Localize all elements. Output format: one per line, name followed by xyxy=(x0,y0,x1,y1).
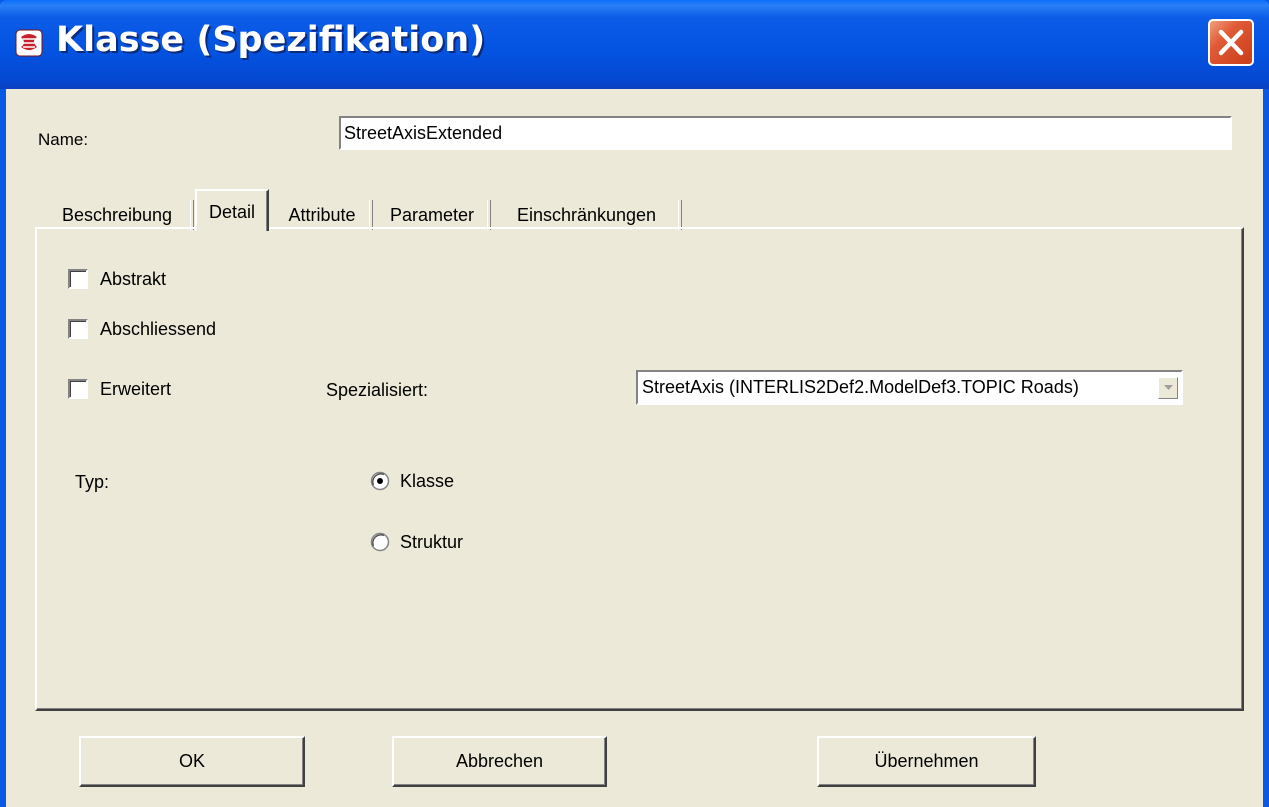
tab-attribute[interactable]: Attribute xyxy=(272,195,373,231)
struktur-radio[interactable] xyxy=(370,532,390,552)
dialog-client-area: Name: Beschreibung Detail Attribute Para… xyxy=(6,89,1263,807)
window-title: Klasse (Spezifikation) xyxy=(56,20,486,60)
dropdown-arrow-button[interactable] xyxy=(1158,377,1178,399)
close-icon xyxy=(1218,29,1244,56)
erweitert-label: Erweitert xyxy=(100,379,172,399)
tab-einschraenkungen[interactable]: Einschränkungen xyxy=(492,195,682,231)
tab-parameter[interactable]: Parameter xyxy=(374,195,491,231)
erweitert-checkbox[interactable] xyxy=(68,379,88,399)
typ-label: Typ: xyxy=(75,472,110,492)
tab-label: Attribute xyxy=(288,205,356,225)
abstrakt-label: Abstrakt xyxy=(100,269,167,289)
chevron-down-icon xyxy=(1164,385,1173,390)
tab-separator xyxy=(369,200,373,230)
klasse-label: Klasse xyxy=(400,471,455,491)
spezialisiert-label: Spezialisiert: xyxy=(326,380,429,400)
tab-label: Einschränkungen xyxy=(516,205,657,225)
abschliessend-label: Abschliessend xyxy=(100,319,217,339)
tab-separator xyxy=(190,200,194,230)
cancel-button[interactable]: Abbrechen xyxy=(392,736,607,787)
apply-button[interactable]: Übernehmen xyxy=(817,736,1036,787)
tab-label: Parameter xyxy=(389,205,475,225)
tab-label: Detail xyxy=(208,202,256,222)
spezialisiert-dropdown[interactable]: StreetAxis (INTERLIS2Def2.ModelDef3.TOPI… xyxy=(636,370,1183,405)
close-button[interactable] xyxy=(1208,19,1254,66)
abschliessend-checkbox[interactable] xyxy=(68,319,88,339)
tab-separator xyxy=(487,200,491,230)
abstrakt-checkbox[interactable] xyxy=(68,269,88,289)
tab-label: Beschreibung xyxy=(61,205,173,225)
ok-button[interactable]: OK xyxy=(79,736,305,787)
name-label: Name: xyxy=(38,130,89,149)
name-input[interactable] xyxy=(339,116,1232,150)
dialog-window: Klasse (Spezifikation) Name: Beschreibun… xyxy=(0,0,1269,807)
struktur-label: Struktur xyxy=(400,532,464,552)
app-icon xyxy=(15,29,43,57)
klasse-radio[interactable] xyxy=(370,471,390,491)
tab-detail[interactable]: Detail xyxy=(195,189,269,231)
title-bar[interactable]: Klasse (Spezifikation) xyxy=(0,0,1269,89)
tab-beschreibung[interactable]: Beschreibung xyxy=(41,195,194,231)
spezialisiert-value: StreetAxis (INTERLIS2Def2.ModelDef3.TOPI… xyxy=(642,377,1079,397)
tab-panel-detail xyxy=(35,227,1244,711)
tab-separator xyxy=(678,200,682,230)
